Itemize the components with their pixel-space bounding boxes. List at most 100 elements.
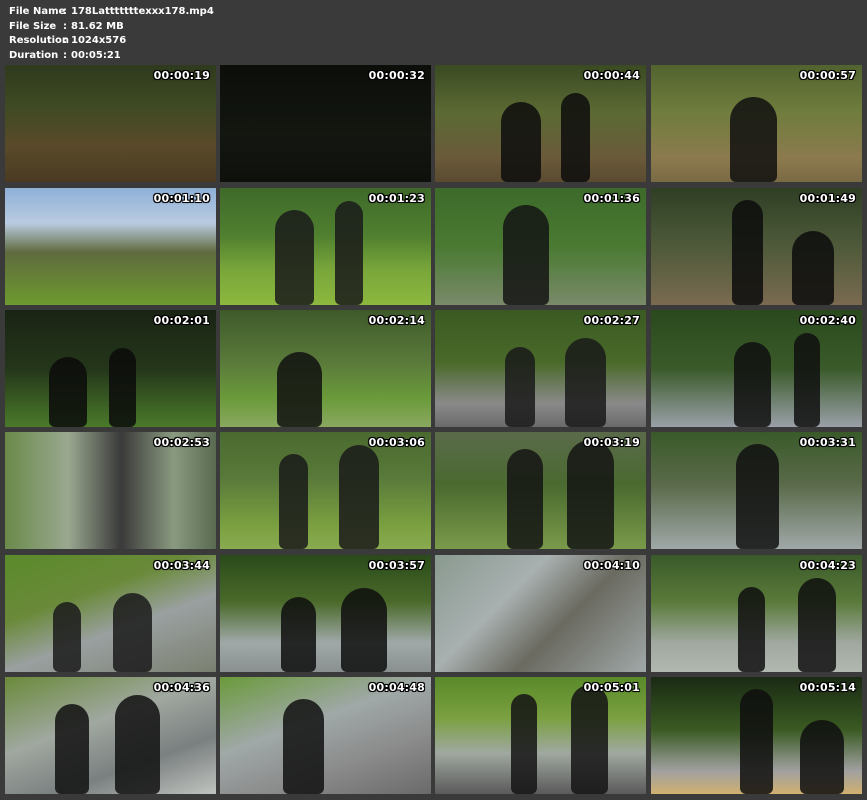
figure-silhouette — [565, 338, 606, 427]
timestamp-label: 00:02:53 — [153, 436, 210, 449]
video-thumbnail[interactable]: 00:04:36 — [5, 677, 216, 794]
video-thumbnail[interactable]: 00:03:44 — [5, 555, 216, 672]
video-thumbnail[interactable]: 00:05:01 — [435, 677, 646, 794]
timestamp-label: 00:02:14 — [368, 314, 425, 327]
video-thumbnail[interactable]: 00:00:57 — [651, 65, 862, 182]
timestamp-label: 00:04:10 — [583, 559, 640, 572]
figure-silhouette — [571, 685, 608, 794]
figure-silhouette — [341, 588, 387, 672]
thumbnail-frame — [220, 310, 431, 427]
figure-silhouette — [109, 348, 136, 427]
figure-silhouette — [49, 357, 87, 427]
thumbnail-frame — [5, 65, 216, 182]
thumbnail-frame — [220, 188, 431, 305]
timestamp-label: 00:02:01 — [153, 314, 210, 327]
thumbnail-frame — [5, 432, 216, 549]
video-thumbnail[interactable]: 00:02:27 — [435, 310, 646, 427]
separator: : — [63, 6, 67, 17]
figure-silhouette — [277, 352, 322, 427]
timestamp-label: 00:01:23 — [368, 192, 425, 205]
video-thumbnail[interactable]: 00:03:19 — [435, 432, 646, 549]
video-thumbnail[interactable]: 00:02:14 — [220, 310, 431, 427]
video-thumbnail[interactable]: 00:04:48 — [220, 677, 431, 794]
figure-silhouette — [800, 720, 844, 794]
figure-silhouette — [730, 97, 777, 182]
thumbnail-frame — [220, 65, 431, 182]
file-size-value: 81.62 MB — [71, 20, 124, 32]
thumbnail-frame — [220, 555, 431, 672]
figure-silhouette — [732, 200, 763, 305]
figure-silhouette — [283, 699, 324, 794]
timestamp-label: 00:03:19 — [583, 436, 640, 449]
thumbnail-frame — [435, 310, 646, 427]
file-info-header: File Name : 178Latttttttexxx178.mp4 File… — [9, 5, 214, 63]
timestamp-label: 00:02:40 — [799, 314, 856, 327]
video-thumbnail[interactable]: 00:04:23 — [651, 555, 862, 672]
video-thumbnail[interactable]: 00:05:14 — [651, 677, 862, 794]
video-thumbnail[interactable]: 00:02:01 — [5, 310, 216, 427]
video-thumbnail[interactable]: 00:03:06 — [220, 432, 431, 549]
timestamp-label: 00:04:23 — [799, 559, 856, 572]
figure-silhouette — [115, 695, 160, 794]
timestamp-label: 00:00:57 — [799, 69, 856, 82]
timestamp-label: 00:01:36 — [583, 192, 640, 205]
figure-silhouette — [55, 704, 89, 794]
figure-silhouette — [792, 231, 834, 305]
figure-silhouette — [567, 440, 614, 549]
timestamp-label: 00:00:44 — [583, 69, 640, 82]
timestamp-label: 00:03:44 — [153, 559, 210, 572]
figure-silhouette — [505, 347, 535, 427]
timestamp-label: 00:00:19 — [153, 69, 210, 82]
figure-silhouette — [738, 587, 765, 672]
figure-silhouette — [561, 93, 590, 182]
video-thumbnail[interactable]: 00:00:19 — [5, 65, 216, 182]
figure-silhouette — [281, 597, 316, 672]
video-thumbnail[interactable]: 00:00:32 — [220, 65, 431, 182]
figure-silhouette — [507, 449, 543, 549]
figure-silhouette — [740, 689, 773, 794]
figure-silhouette — [503, 205, 549, 305]
timestamp-label: 00:01:49 — [799, 192, 856, 205]
timestamp-label: 00:05:01 — [583, 681, 640, 694]
file-size-row: File Size : 81.62 MB — [9, 20, 214, 35]
figure-silhouette — [794, 333, 820, 427]
timestamp-label: 00:03:06 — [368, 436, 425, 449]
separator: : — [63, 35, 67, 46]
duration-value: 00:05:21 — [71, 49, 121, 61]
figure-silhouette — [734, 342, 771, 427]
timestamp-label: 00:03:57 — [368, 559, 425, 572]
timestamp-label: 00:00:32 — [368, 69, 425, 82]
resolution-row: Resolution : 1024x576 — [9, 34, 214, 49]
video-thumbnail[interactable]: 00:04:10 — [435, 555, 646, 672]
video-thumbnail[interactable]: 00:01:10 — [5, 188, 216, 305]
timestamp-label: 00:02:27 — [583, 314, 640, 327]
file-size-label: File Size — [9, 20, 57, 32]
resolution-value: 1024x576 — [71, 35, 127, 46]
video-thumbnail[interactable]: 00:03:31 — [651, 432, 862, 549]
file-name-value: 178Latttttttexxx178.mp4 — [71, 6, 214, 17]
video-thumbnail[interactable]: 00:02:40 — [651, 310, 862, 427]
thumbnail-grid: 00:00:19 00:00:32 00:00:44 00:00:57 00:01:10… — [5, 65, 862, 796]
timestamp-label: 00:04:36 — [153, 681, 210, 694]
figure-silhouette — [279, 454, 308, 549]
video-thumbnail[interactable]: 00:01:23 — [220, 188, 431, 305]
timestamp-label: 00:03:31 — [799, 436, 856, 449]
separator: : — [63, 49, 67, 61]
figure-silhouette — [736, 444, 779, 549]
video-thumbnail[interactable]: 00:00:44 — [435, 65, 646, 182]
figure-silhouette — [113, 593, 152, 672]
video-thumbnail[interactable]: 00:01:49 — [651, 188, 862, 305]
video-thumbnail[interactable]: 00:03:57 — [220, 555, 431, 672]
thumbnail-frame — [220, 432, 431, 549]
thumbnail-frame — [435, 677, 646, 794]
file-name-row: File Name : 178Latttttttexxx178.mp4 — [9, 5, 214, 20]
figure-silhouette — [501, 102, 541, 182]
timestamp-label: 00:01:10 — [153, 192, 210, 205]
thumbnail-frame — [5, 555, 216, 672]
video-thumbnail[interactable]: 00:01:36 — [435, 188, 646, 305]
resolution-label: Resolution — [9, 35, 70, 46]
video-thumbnail[interactable]: 00:02:53 — [5, 432, 216, 549]
figure-silhouette — [53, 602, 81, 672]
timestamp-label: 00:05:14 — [799, 681, 856, 694]
thumbnail-frame — [435, 555, 646, 672]
